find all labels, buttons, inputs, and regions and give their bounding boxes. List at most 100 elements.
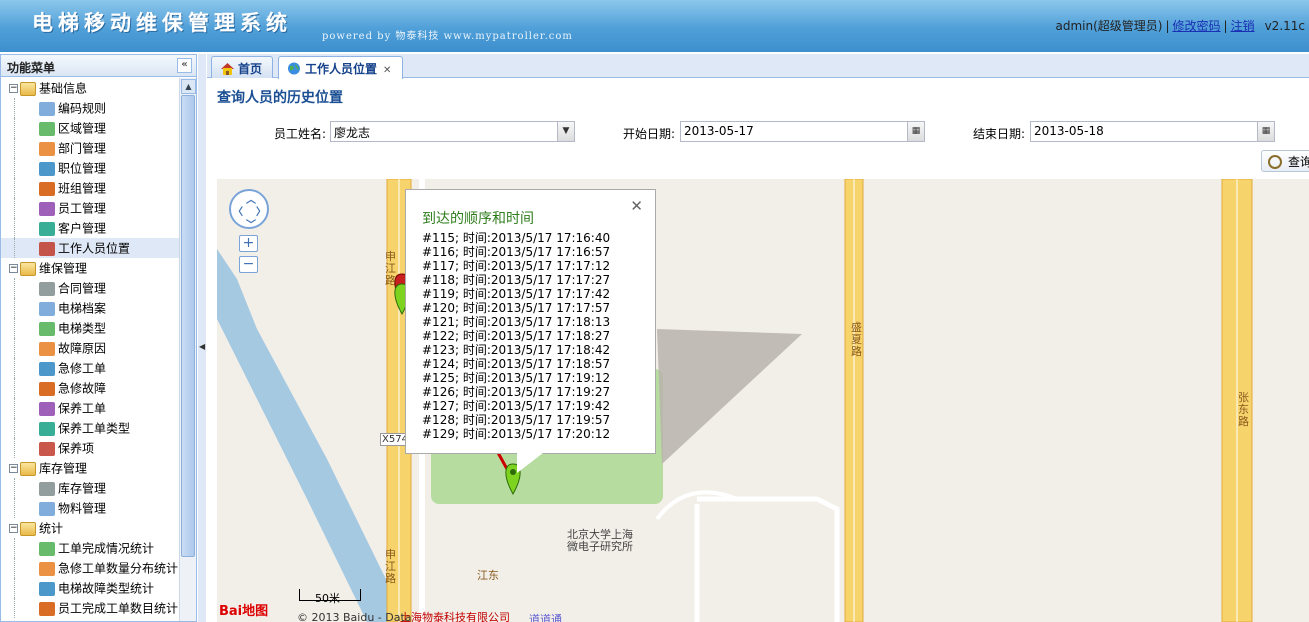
menu-item-label: 电梯档案 — [58, 301, 107, 316]
start-date-field[interactable]: 2013-05-17 ▦ — [680, 121, 925, 142]
menu-item-label: 编码规则 — [58, 101, 107, 116]
menu-item-icon — [39, 541, 55, 556]
road-label-zhangdong: 张东路 — [1238, 391, 1249, 428]
menu-item[interactable]: 急修故障 — [1, 378, 179, 398]
menu-group-label: 库存管理 — [39, 461, 88, 476]
menu-item[interactable]: 保养工单类型 — [1, 418, 179, 438]
change-password-link[interactable]: 修改密码 — [1173, 19, 1221, 33]
pan-right-icon[interactable]: 〉 — [256, 203, 266, 218]
menu-item-label: 急修工单数量分布统计 — [58, 561, 179, 576]
daodao-link[interactable]: 道道通 — [529, 611, 562, 622]
menu-item[interactable]: 班组管理 — [1, 178, 179, 198]
menu-item[interactable]: 客户管理 — [1, 218, 179, 238]
menu-item[interactable]: 急修工单数量分布统计 — [1, 558, 179, 578]
employee-name-select[interactable]: 廖龙志 ▼ — [330, 121, 575, 142]
menu-item[interactable]: 合同管理 — [1, 278, 179, 298]
menu-item[interactable]: 工单完成情况统计 — [1, 538, 179, 558]
zoom-in-button[interactable]: + — [239, 235, 258, 252]
logout-link[interactable]: 注销 — [1231, 19, 1255, 33]
menu-item[interactable]: 区域管理 — [1, 118, 179, 138]
info-window-title: 到达的顺序和时间 — [422, 211, 534, 227]
visit-entry: #117; 时间:2013/5/17 17:17:12 — [422, 259, 611, 273]
menu-item[interactable]: 保养项 — [1, 438, 179, 458]
collapse-toggle-icon[interactable]: − — [9, 524, 18, 533]
menu-item-icon — [39, 221, 55, 236]
road-label-shenjiang: 申江路 — [385, 250, 396, 287]
pan-down-icon[interactable]: ﹀ — [246, 216, 256, 231]
menu-item[interactable]: 工作人员位置 — [1, 238, 179, 258]
menu-scrollbar[interactable]: ▲ — [179, 78, 196, 621]
menu-item[interactable]: 物料管理 — [1, 498, 179, 518]
tab-staff-location[interactable]: 工作人员位置 ✕ — [278, 56, 403, 79]
menu-group[interactable]: − 统计 — [1, 518, 179, 538]
menu-item[interactable]: 库存管理 — [1, 478, 179, 498]
menu-item[interactable]: 保养工单 — [1, 398, 179, 418]
end-date-label: 结束日期: — [973, 127, 1026, 141]
sidebar-splitter[interactable]: ◀ — [198, 54, 206, 622]
company-name: 上海物泰科技有限公司 — [400, 611, 510, 622]
query-button[interactable]: 查询 — [1261, 150, 1309, 172]
function-menu-panel: 功能菜单 « − 基础信息编码规则区域管理 部门管理 职位管理 班组管理 员工管理 客户管理… — [0, 54, 197, 622]
end-date-field[interactable]: 2013-05-18 ▦ — [1030, 121, 1275, 142]
scroll-thumb[interactable] — [181, 95, 195, 557]
menu-item[interactable]: 编码规则 — [1, 98, 179, 118]
collapse-toggle-icon[interactable]: − — [9, 84, 18, 93]
menu-item[interactable]: 电梯档案 — [1, 298, 179, 318]
pan-left-icon[interactable]: 〈 — [233, 203, 243, 218]
menu-item-icon — [39, 481, 55, 496]
zoom-out-button[interactable]: − — [239, 256, 258, 273]
visit-entry: #118; 时间:2013/5/17 17:17:27 — [422, 273, 611, 287]
menu-item[interactable]: 员工管理 — [1, 198, 179, 218]
calendar-icon[interactable]: ▦ — [907, 122, 924, 141]
tab-staff-location-label: 工作人员位置 — [305, 62, 378, 76]
map-pan-control[interactable]: ︿ ﹀ 〈 〉 — [229, 189, 269, 231]
menu-item-icon — [39, 121, 55, 136]
menu-item[interactable]: 电梯类型 — [1, 318, 179, 338]
folder-icon — [20, 81, 36, 96]
collapse-toggle-icon[interactable]: − — [9, 464, 18, 473]
menu-group[interactable]: − 基础信息 — [1, 78, 179, 98]
collapse-sidebar-button[interactable]: « — [177, 58, 192, 73]
menu-item-icon — [39, 561, 55, 576]
menu-group[interactable]: − 维保管理 — [1, 258, 179, 278]
menu-item[interactable]: 故障原因 — [1, 338, 179, 358]
menu-item[interactable]: 部门管理 — [1, 138, 179, 158]
menu-item[interactable]: 电梯故障类型统计 — [1, 578, 179, 598]
menu-item-icon — [39, 141, 55, 156]
tab-home[interactable]: 首页 — [211, 56, 273, 78]
menu-item[interactable]: 职位管理 — [1, 158, 179, 178]
close-tab-icon[interactable]: ✕ — [383, 65, 391, 76]
menu-item-label: 电梯故障类型统计 — [58, 581, 155, 596]
chevron-down-icon[interactable]: ▼ — [557, 122, 574, 141]
menu-tree: − 基础信息编码规则区域管理 部门管理 职位管理 班组管理 员工管理 客户管理工作人员位置 −… — [1, 78, 179, 621]
map-scale-label: 50米 — [315, 592, 340, 605]
menu-item-icon — [39, 361, 55, 376]
tab-bar: 首页 工作人员位置 ✕ — [207, 54, 1309, 79]
menu-item-icon — [39, 601, 55, 616]
close-icon[interactable]: ✕ — [630, 197, 643, 215]
query-button-label: 查询 — [1288, 155, 1309, 169]
menu-item-icon — [39, 381, 55, 396]
map-canvas — [217, 179, 1253, 622]
function-menu-header: 功能菜单 « — [1, 55, 196, 77]
menu-item-icon — [39, 321, 55, 336]
home-icon — [220, 62, 235, 75]
menu-item-label: 工作人员位置 — [58, 241, 131, 256]
area-label-jiangdong: 江东 — [477, 569, 499, 582]
collapse-toggle-icon[interactable]: − — [9, 264, 18, 273]
menu-item-icon — [39, 581, 55, 596]
visit-entry: #126; 时间:2013/5/17 17:19:27 — [422, 385, 611, 399]
visit-entry: #119; 时间:2013/5/17 17:17:42 — [422, 287, 611, 301]
menu-item[interactable]: 员工完成工单数目统计 — [1, 598, 179, 618]
end-date-value: 2013-05-18 — [1034, 124, 1104, 138]
scroll-up-arrow-icon[interactable]: ▲ — [181, 79, 196, 94]
menu-item[interactable]: 急修工单 — [1, 358, 179, 378]
pan-up-icon[interactable]: ︿ — [246, 191, 256, 206]
calendar-icon[interactable]: ▦ — [1257, 122, 1274, 141]
powered-by: powered by 物泰科技 www.mypatroller.com — [322, 31, 573, 42]
menu-group-label: 维保管理 — [39, 261, 88, 276]
splitter-arrow-icon[interactable]: ◀ — [199, 342, 205, 351]
visit-entry: #116; 时间:2013/5/17 17:16:57 — [422, 245, 611, 259]
map-view[interactable]: 申江路 申江路 盛夏路 张东路 X574 北京大学上海微电子研究所 江东 ︿ ﹀… — [217, 179, 1309, 622]
menu-group[interactable]: − 库存管理 — [1, 458, 179, 478]
